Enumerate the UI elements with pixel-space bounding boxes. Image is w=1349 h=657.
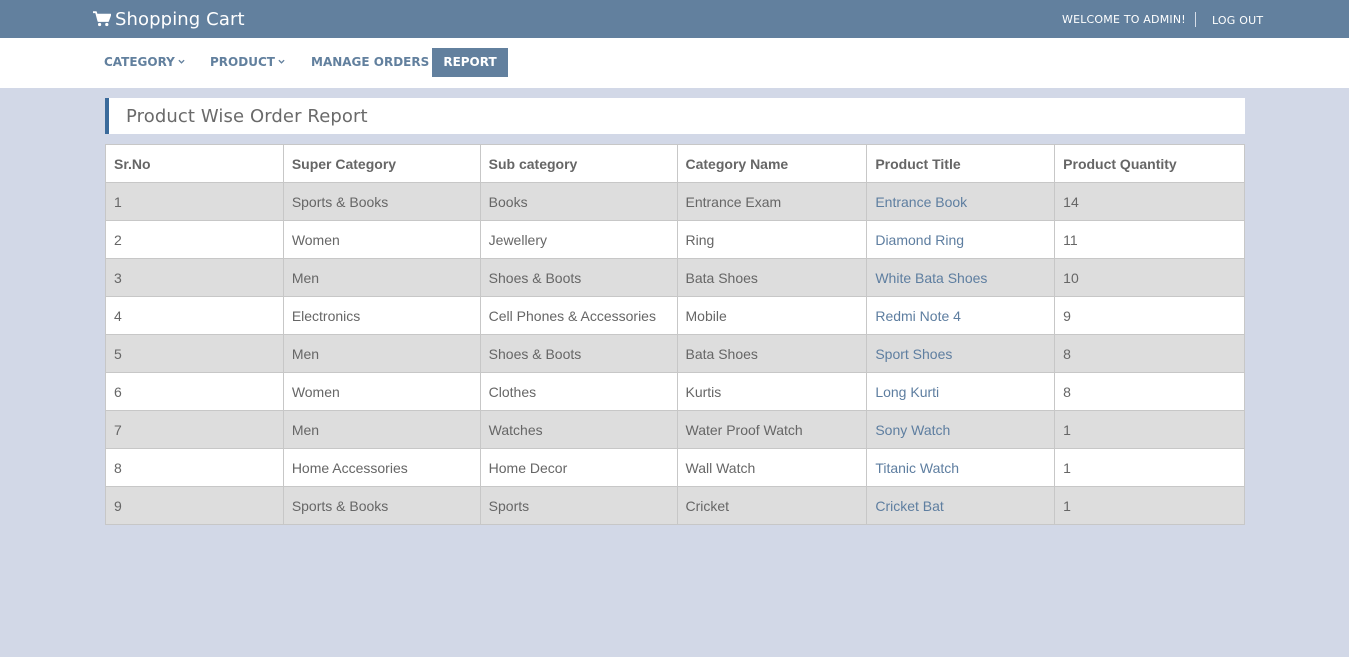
nav-product-label: PRODUCT (210, 55, 275, 69)
table-row: 7 Men Watches Water Proof Watch Sony Watch 1 (105, 410, 1245, 449)
cell-category-name: Entrance Exam (676, 182, 868, 221)
page-title: Product Wise Order Report (126, 106, 368, 127)
cell-product-quantity: 9 (1054, 296, 1245, 335)
header-divider (1195, 12, 1196, 27)
table-row: 5 Men Shoes & Boots Bata Shoes Sport Shoes 8 (105, 334, 1245, 373)
cell-super-category: Women (282, 220, 481, 259)
cell-product-quantity: 14 (1054, 182, 1245, 221)
cell-product-title[interactable]: Long Kurti (866, 372, 1056, 411)
cell-category-name: Kurtis (676, 372, 868, 411)
cell-super-category: Women (282, 372, 481, 411)
cell-product-title[interactable]: White Bata Shoes (866, 258, 1056, 297)
nav-category-label: CATEGORY (104, 55, 175, 69)
cell-sub-category: Watches (479, 410, 678, 449)
cell-product-title[interactable]: Titanic Watch (866, 448, 1056, 487)
report-panel-header: Product Wise Order Report (105, 98, 1245, 134)
cell-sub-category: Shoes & Boots (479, 258, 678, 297)
welcome-text: WELCOME TO ADMIN! (1062, 13, 1186, 26)
column-header-product-quantity: Product Quantity (1054, 144, 1245, 183)
cell-sub-category: Clothes (479, 372, 678, 411)
table-row: 6 Women Clothes Kurtis Long Kurti 8 (105, 372, 1245, 411)
cell-sr-no: 9 (105, 486, 284, 525)
cell-super-category: Home Accessories (282, 448, 481, 487)
cell-category-name: Water Proof Watch (676, 410, 868, 449)
cell-product-quantity: 1 (1054, 410, 1245, 449)
table-row: 2 Women Jewellery Ring Diamond Ring 11 (105, 220, 1245, 259)
cell-product-quantity: 8 (1054, 334, 1245, 373)
cell-product-title[interactable]: Sport Shoes (866, 334, 1056, 373)
cell-sub-category: Cell Phones & Accessories (479, 296, 678, 335)
brand-link[interactable]: Shopping Cart (93, 8, 245, 30)
cell-super-category: Sports & Books (282, 486, 481, 525)
nav-manage-orders[interactable]: MANAGE ORDERS (311, 48, 429, 77)
nav-product-dropdown[interactable]: PRODUCT (210, 48, 285, 77)
table-row: 1 Sports & Books Books Entrance Exam Entranc… (105, 182, 1245, 221)
column-header-category-name: Category Name (676, 144, 868, 183)
cell-super-category: Sports & Books (282, 182, 481, 221)
table-row: 4 Electronics Cell Phones & Accessories Mob… (105, 296, 1245, 335)
main-nav: CATEGORY PRODUCT MANAGE ORDERS REPORT (0, 38, 1349, 88)
cell-super-category: Men (282, 334, 481, 373)
cell-sr-no: 2 (105, 220, 284, 259)
cell-product-quantity: 11 (1054, 220, 1245, 259)
cell-sub-category: Books (479, 182, 678, 221)
cell-sub-category: Shoes & Boots (479, 334, 678, 373)
order-report-table: Sr.No Super Category Sub category Category … (105, 144, 1245, 525)
cell-sub-category: Jewellery (479, 220, 678, 259)
cell-super-category: Electronics (282, 296, 481, 335)
chevron-down-icon (178, 59, 185, 64)
column-header-sub-category: Sub category (479, 144, 678, 183)
cell-category-name: Wall Watch (676, 448, 868, 487)
top-bar: Shopping Cart WELCOME TO ADMIN! LOG OUT (0, 0, 1349, 38)
cell-product-quantity: 1 (1054, 448, 1245, 487)
cell-product-title[interactable]: Entrance Book (866, 182, 1056, 221)
cell-product-title[interactable]: Redmi Note 4 (866, 296, 1056, 335)
cell-product-quantity: 10 (1054, 258, 1245, 297)
cell-super-category: Men (282, 410, 481, 449)
logout-link[interactable]: LOG OUT (1212, 14, 1263, 27)
cell-category-name: Ring (676, 220, 868, 259)
cell-sr-no: 4 (105, 296, 284, 335)
cell-sr-no: 8 (105, 448, 284, 487)
cell-sub-category: Sports (479, 486, 678, 525)
cell-sr-no: 5 (105, 334, 284, 373)
column-header-super-category: Super Category (282, 144, 481, 183)
brand-title: Shopping Cart (115, 8, 245, 30)
cell-sr-no: 3 (105, 258, 284, 297)
table-header-row: Sr.No Super Category Sub category Category … (105, 144, 1245, 183)
cell-sub-category: Home Decor (479, 448, 678, 487)
column-header-product-title: Product Title (866, 144, 1056, 183)
cell-category-name: Bata Shoes (676, 334, 868, 373)
cell-product-quantity: 1 (1054, 486, 1245, 525)
nav-category-dropdown[interactable]: CATEGORY (104, 48, 185, 77)
table-row: 3 Men Shoes & Boots Bata Shoes White Bata Sh… (105, 258, 1245, 297)
table-row: 9 Sports & Books Sports Cricket Cricket Bat 1 (105, 486, 1245, 525)
cell-category-name: Mobile (676, 296, 868, 335)
cell-super-category: Men (282, 258, 481, 297)
cell-sr-no: 1 (105, 182, 284, 221)
cell-sr-no: 6 (105, 372, 284, 411)
nav-report[interactable]: REPORT (432, 48, 508, 77)
column-header-sr-no: Sr.No (105, 144, 284, 183)
cell-product-quantity: 8 (1054, 372, 1245, 411)
cell-category-name: Bata Shoes (676, 258, 868, 297)
shopping-cart-icon (93, 11, 112, 27)
chevron-down-icon (278, 59, 285, 64)
cell-product-title[interactable]: Sony Watch (866, 410, 1056, 449)
cell-product-title[interactable]: Cricket Bat (866, 486, 1056, 525)
cell-category-name: Cricket (676, 486, 868, 525)
cell-product-title[interactable]: Diamond Ring (866, 220, 1056, 259)
table-row: 8 Home Accessories Home Decor Wall Watch Tit… (105, 448, 1245, 487)
cell-sr-no: 7 (105, 410, 284, 449)
